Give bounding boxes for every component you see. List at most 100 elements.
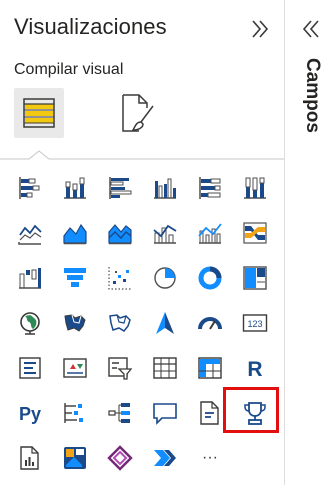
visual-python[interactable]: Py <box>14 397 46 429</box>
clustered-column-chart-icon <box>154 178 176 199</box>
visual-qa[interactable] <box>149 397 181 429</box>
treemap-icon <box>243 266 267 290</box>
funnel-icon <box>64 268 86 287</box>
visual-filled-map[interactable] <box>59 307 91 339</box>
paginated-report-icon <box>20 446 39 470</box>
tab-underline <box>0 150 284 160</box>
python-label: Py <box>19 404 41 424</box>
100-stacked-column-chart-icon <box>244 177 266 199</box>
line-and-clustered-column-chart-icon <box>198 223 222 244</box>
visual-funnel[interactable] <box>59 262 91 294</box>
scatter-chart-icon <box>108 267 131 290</box>
visual-stacked-bar[interactable] <box>14 172 46 204</box>
100-stacked-bar-chart-icon <box>199 177 221 199</box>
visual-waterfall[interactable] <box>14 262 46 294</box>
double-chevron-left-icon <box>302 20 319 38</box>
section-label: Compilar visual <box>14 61 124 78</box>
visual-100-stacked-bar[interactable] <box>194 172 226 204</box>
fields-pane-title-wrap[interactable]: Campos <box>293 58 327 168</box>
waterfall-chart-icon <box>19 268 41 289</box>
visual-smart-narrative[interactable] <box>194 397 226 429</box>
clustered-bar-chart-icon <box>109 177 132 199</box>
visual-clustered-column[interactable] <box>149 172 181 204</box>
azure-map-icon <box>156 312 174 334</box>
visual-kpi[interactable] <box>59 352 91 384</box>
card-icon-label: 123 <box>247 319 262 329</box>
slicer-icon <box>108 357 133 380</box>
power-automate-icon <box>107 445 133 471</box>
visual-treemap[interactable] <box>239 262 271 294</box>
ribbon-chart-icon <box>243 222 267 244</box>
qa-icon <box>153 403 177 425</box>
tab-format-visual[interactable] <box>117 92 157 134</box>
visual-card[interactable]: 123 <box>239 307 271 339</box>
visual-power-apps[interactable] <box>59 442 91 474</box>
double-chevron-right-icon <box>252 20 269 38</box>
visual-matrix[interactable] <box>194 352 226 384</box>
smart-narrative-icon <box>200 401 219 425</box>
visual-ribbon[interactable] <box>239 217 271 249</box>
stacked-area-chart-icon <box>108 224 132 245</box>
kpi-icon <box>63 358 87 378</box>
ellipsis-icon: ··· <box>202 449 218 466</box>
stacked-bar-chart-icon <box>19 177 40 199</box>
visual-stacked-column[interactable] <box>59 172 91 204</box>
more-visuals-label: ··· <box>202 449 218 466</box>
table-icon <box>153 357 177 379</box>
decomposition-tree-icon <box>108 403 130 423</box>
visual-table[interactable] <box>149 352 181 384</box>
tab-build-visual[interactable] <box>14 88 64 138</box>
visual-line-clustered-column[interactable] <box>194 217 226 249</box>
multi-row-card-icon <box>19 357 41 379</box>
visual-donut[interactable] <box>194 262 226 294</box>
visualizations-pane: Visualizaciones Compilar visual 123 R Py… <box>0 0 284 485</box>
line-and-stacked-column-chart-icon <box>153 224 177 244</box>
visual-multi-row-card[interactable] <box>14 352 46 384</box>
visual-key-influencers[interactable] <box>59 397 91 429</box>
r-script-visual-icon: R <box>247 358 262 381</box>
fields-pane-title: Campos <box>302 58 323 133</box>
more-options-icon <box>154 450 176 466</box>
power-apps-icon <box>64 447 86 469</box>
visual-100-stacked-column[interactable] <box>239 172 271 204</box>
visual-power-automate-flow[interactable] <box>149 442 181 474</box>
more-visuals-button[interactable]: ··· <box>194 442 226 474</box>
filled-map-icon <box>64 314 86 332</box>
build-visual-icon <box>23 98 55 128</box>
visual-shape-map[interactable] <box>104 307 136 339</box>
visual-map[interactable] <box>14 307 46 339</box>
visual-pie[interactable] <box>149 262 181 294</box>
r-script-label: R <box>247 358 262 381</box>
map-icon <box>20 312 40 335</box>
visual-gauge[interactable] <box>194 307 226 339</box>
visual-scatter[interactable] <box>104 262 136 294</box>
visual-r-script[interactable]: R <box>239 352 271 384</box>
matrix-icon <box>198 357 222 379</box>
visual-azure-map[interactable] <box>149 307 181 339</box>
visual-slicer[interactable] <box>104 352 136 384</box>
visual-paginated-report[interactable] <box>14 442 46 474</box>
collapse-pane-button[interactable] <box>248 16 274 42</box>
visual-line[interactable] <box>14 217 46 249</box>
gauge-icon <box>198 317 222 330</box>
visual-decomposition-tree[interactable] <box>104 397 136 429</box>
pie-chart-icon <box>154 267 176 289</box>
card-icon: 123 <box>242 314 268 332</box>
key-influencers-icon <box>64 403 83 423</box>
visual-stacked-area[interactable] <box>104 217 136 249</box>
stacked-column-chart-icon <box>64 177 86 199</box>
visual-power-automate[interactable] <box>104 442 136 474</box>
visual-clustered-bar[interactable] <box>104 172 136 204</box>
shape-map-icon <box>109 314 131 332</box>
format-paintbrush-icon <box>122 94 154 132</box>
expand-fields-button[interactable] <box>297 16 323 42</box>
visual-area[interactable] <box>59 217 91 249</box>
python-visual-icon: Py <box>19 404 41 424</box>
line-chart-icon <box>18 224 42 245</box>
selected-visual-highlight <box>223 387 279 433</box>
donut-chart-icon <box>198 266 222 290</box>
pane-title: Visualizaciones <box>14 14 167 39</box>
area-chart-icon <box>63 223 87 245</box>
fields-pane: Campos <box>285 0 334 485</box>
visual-line-stacked-column[interactable] <box>149 217 181 249</box>
